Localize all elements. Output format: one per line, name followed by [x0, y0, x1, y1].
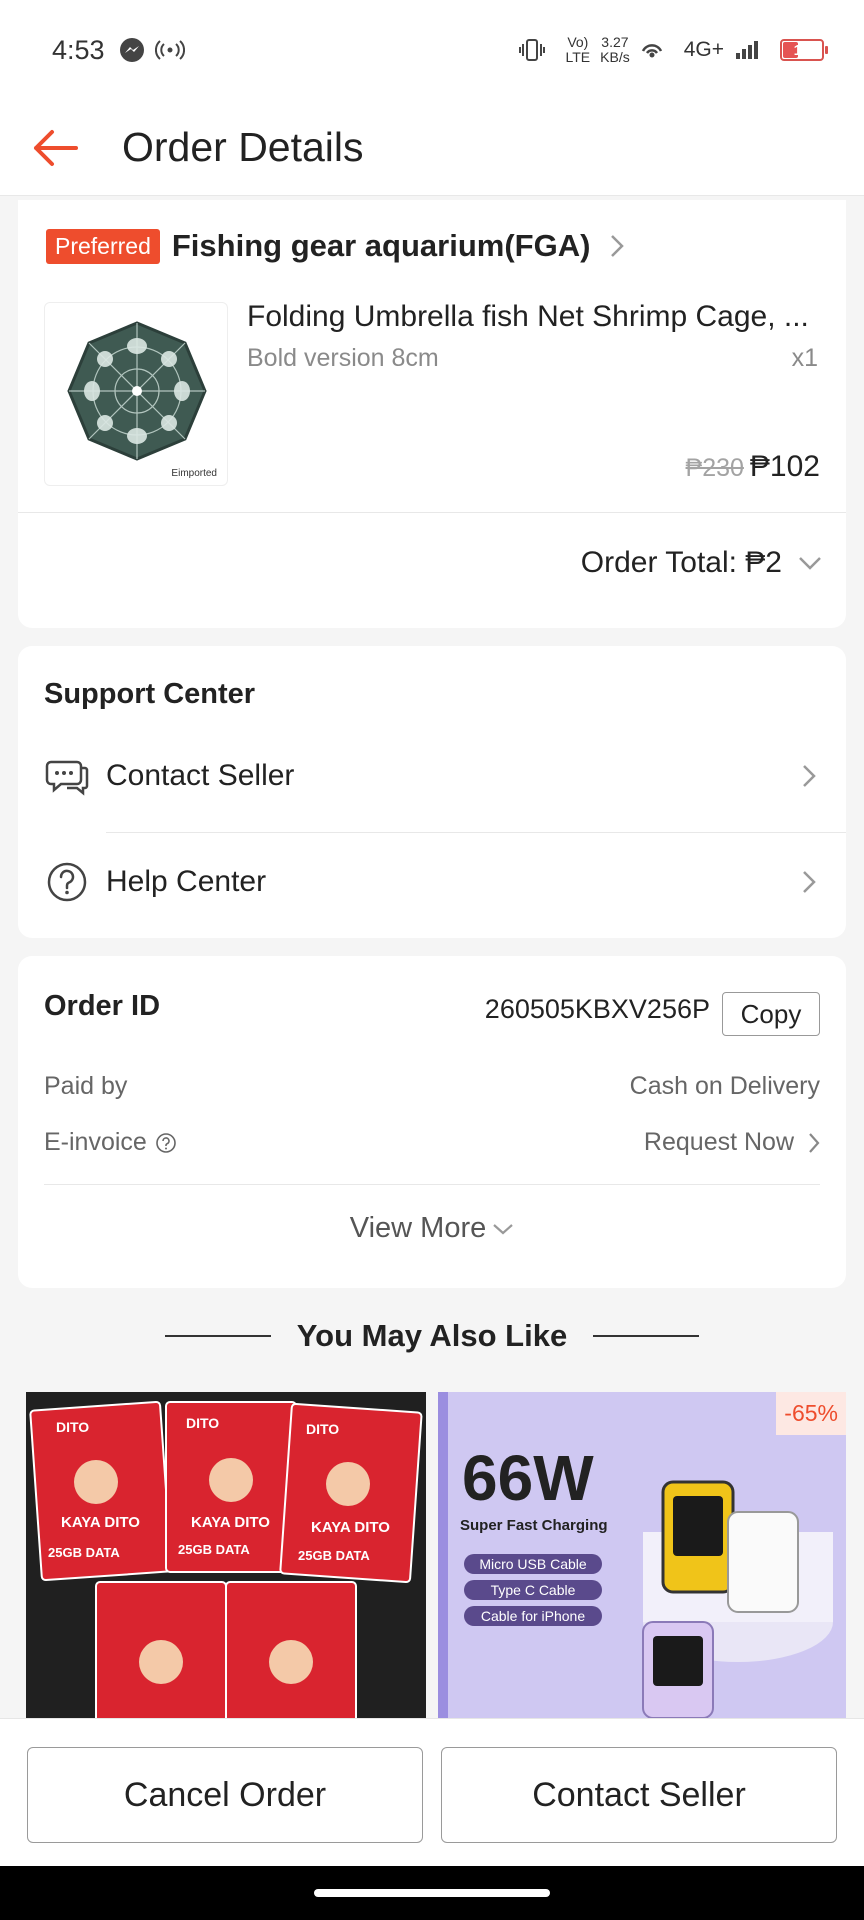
vibrate-icon — [518, 38, 546, 62]
help-center-label: Help Center — [106, 865, 267, 898]
recommended-product-power-bank[interactable]: 66W Super Fast Charging Micro USB Cable … — [438, 1392, 846, 1718]
volte-top: Vo) — [567, 34, 589, 50]
product-title[interactable]: Folding Umbrella fish Net Shrimp Cage, .… — [247, 300, 837, 334]
feature-type-c: Type C Cable — [491, 1582, 576, 1598]
network-speed-unit: KB/s — [600, 49, 630, 65]
sim-data: 25GB DATA — [298, 1548, 370, 1563]
image-tag: Eimported — [171, 468, 217, 479]
chevron-right-icon — [610, 234, 625, 258]
sale-price: ₱102 — [749, 450, 820, 483]
system-navigation-bar — [0, 1866, 864, 1920]
status-bar: 4:53 Vo) LTE 3.27 KB/s 4G+ 15 — [0, 0, 864, 100]
divider — [106, 832, 846, 833]
sim-brand: DITO — [306, 1421, 339, 1437]
sim-brand: DITO — [186, 1415, 219, 1431]
order-info-card: Order ID 260505KBXV256P Copy Paid by Cas… — [18, 956, 846, 1288]
sim-brand: DITO — [56, 1419, 89, 1435]
question-icon — [44, 859, 90, 905]
feature-iphone: Cable for iPhone — [481, 1608, 586, 1624]
einvoice-row: E-invoice — [44, 1128, 177, 1157]
power-bank-headline: 66W — [462, 1442, 594, 1514]
sim-data: 25GB DATA — [178, 1542, 250, 1557]
chat-icon — [44, 753, 90, 799]
divider — [593, 1335, 700, 1337]
einvoice-label: E-invoice — [44, 1128, 147, 1156]
original-price: ₱230 — [685, 454, 744, 482]
view-more-button[interactable]: View More — [18, 1212, 846, 1245]
feature-micro-usb: Micro USB Cable — [479, 1556, 587, 1572]
sim-pack-image: DITO DITO DITO KAYA DITO KAYA DITO KAYA … — [26, 1392, 426, 1718]
view-more-label: View More — [349, 1212, 487, 1244]
messenger-icon — [119, 37, 145, 63]
back-arrow-icon — [34, 129, 78, 166]
copy-button[interactable]: Copy — [722, 992, 820, 1036]
order-id-value: 260505KBXV256P — [484, 994, 710, 1024]
hotspot-icon — [154, 37, 185, 63]
paid-by-label: Paid by — [44, 1072, 128, 1100]
recommendations-heading: You May Also Like — [0, 1318, 864, 1354]
status-time: 4:53 — [52, 34, 105, 65]
chevron-down-icon — [492, 1222, 514, 1236]
recommended-product-sim-pack[interactable]: DITO DITO DITO KAYA DITO KAYA DITO KAYA … — [26, 1392, 426, 1718]
discount-badge: -65% — [776, 1392, 846, 1435]
power-bank-sub: Super Fast Charging — [460, 1517, 608, 1534]
cancel-order-button[interactable]: Cancel Order — [27, 1747, 423, 1843]
shop-header[interactable]: Preferred Fishing gear aquarium(FGA) — [46, 228, 625, 264]
battery-level: 15 — [793, 41, 811, 59]
support-center-card: Support Center Contact Seller Help Cente… — [18, 646, 846, 938]
order-total: Order Total: ₱2 — [580, 546, 782, 579]
back-button[interactable] — [0, 100, 110, 196]
order-total-toggle[interactable]: Order Total: ₱2 — [581, 546, 822, 580]
divider — [44, 1184, 820, 1185]
sim-caption: KAYA DITO — [311, 1519, 390, 1536]
power-bank-image: 66W Super Fast Charging Micro USB Cable … — [438, 1392, 846, 1718]
sim-caption: KAYA DITO — [61, 1514, 140, 1531]
product-image[interactable]: Eimported — [44, 302, 228, 486]
chevron-down-icon — [798, 556, 822, 570]
wifi-calling-icon — [640, 39, 664, 61]
info-question-icon[interactable] — [155, 1132, 177, 1154]
support-center-title: Support Center — [44, 678, 256, 710]
request-now-link[interactable]: Request Now — [644, 1128, 820, 1157]
divider — [18, 512, 846, 513]
chevron-right-icon — [802, 764, 816, 788]
request-now-label: Request Now — [643, 1128, 794, 1156]
chevron-right-icon — [808, 1132, 820, 1154]
preferred-badge: Preferred — [46, 228, 160, 264]
product-price: ₱230 ₱102 — [686, 450, 820, 484]
network-speed-value: 3.27 — [601, 34, 629, 50]
bottom-action-bar: Cancel Order Contact Seller — [0, 1718, 864, 1866]
help-center-row[interactable]: Help Center — [18, 834, 846, 930]
paid-by-value: Cash on Delivery — [629, 1072, 820, 1100]
network-speed: 3.27 KB/s — [600, 35, 630, 65]
page-title: Order Details — [122, 124, 364, 170]
volte-bottom: LTE — [565, 49, 591, 65]
umbrella-net-image — [67, 321, 207, 461]
contact-seller-row[interactable]: Contact Seller — [18, 728, 846, 824]
shop-name[interactable]: Fishing gear aquarium(FGA) — [172, 228, 591, 264]
chevron-right-icon — [802, 870, 816, 894]
recommendations-title: You May Also Like — [296, 1318, 568, 1353]
order-id-label: Order ID — [44, 990, 161, 1022]
product-quantity: x1 — [791, 344, 818, 372]
home-gesture-handle[interactable] — [314, 1889, 550, 1897]
shop-card: Preferred Fishing gear aquarium(FGA) Eim… — [18, 200, 846, 628]
contact-seller-button[interactable]: Contact Seller — [441, 1747, 837, 1843]
battery-icon: 15 — [780, 39, 828, 61]
product-variant: Bold version 8cm — [247, 344, 439, 372]
network-type: 4G+ — [683, 38, 724, 61]
signal-icon — [734, 39, 760, 61]
sim-data: 25GB DATA — [48, 1545, 120, 1560]
volte-indicator: Vo) LTE — [566, 35, 591, 65]
contact-seller-label: Contact Seller — [106, 759, 295, 792]
sim-caption: KAYA DITO — [191, 1514, 270, 1531]
divider — [164, 1335, 271, 1337]
app-header: Order Details — [0, 100, 864, 196]
